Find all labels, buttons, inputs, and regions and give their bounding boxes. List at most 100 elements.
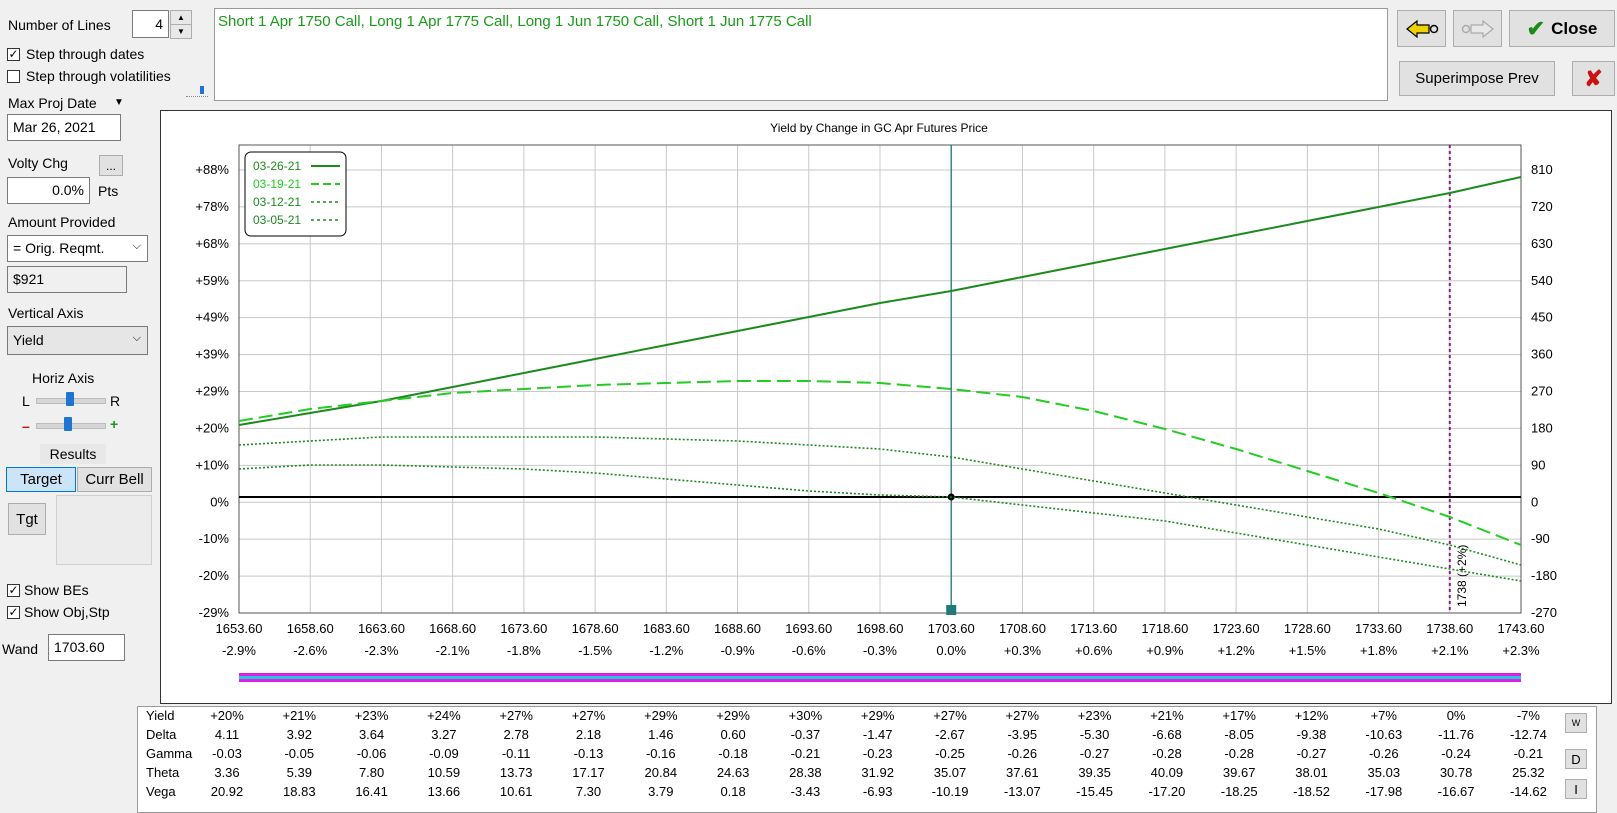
table-cell: -9.38	[1296, 727, 1327, 742]
y-tick-label-left: -20%	[199, 568, 230, 583]
mini-slider[interactable]	[186, 86, 208, 97]
x-pct-label: -1.8%	[507, 643, 541, 658]
y-tick-label-left: 0%	[210, 494, 229, 509]
number-of-lines-input[interactable]: 4	[132, 10, 169, 38]
current-price-marker	[946, 605, 957, 615]
position-description[interactable]: Short 1 Apr 1750 Call, Long 1 Apr 1775 C…	[214, 8, 1388, 101]
yield-chart[interactable]: Yield by Change in GC Apr Futures Price …	[161, 111, 1611, 703]
table-cell: -7%	[1516, 708, 1540, 723]
x-pct-label: -1.2%	[649, 643, 683, 658]
table-cell: +29%	[860, 708, 895, 723]
amount-value-field: $921	[7, 266, 127, 293]
table-cell: 39.67	[1222, 765, 1256, 780]
table-cell: +21%	[282, 708, 317, 723]
tgt-button[interactable]: Tgt	[8, 503, 46, 535]
prev-arrow-button[interactable]	[1397, 10, 1446, 47]
breakeven-label: 1738 (+2%)	[1455, 545, 1469, 607]
chart-legend: 03-26-21 03-19-21 03-12-21 03-05-21	[244, 151, 347, 237]
table-cell: 20.84	[644, 765, 678, 780]
show-bes-checkbox[interactable]: ✓	[7, 584, 20, 597]
table-row: Yield +20% +21% +23% +24% +27% +27% +29% +29% +30…	[138, 708, 1596, 728]
x-pct-label: -1.5%	[578, 643, 612, 658]
amount-provided-select[interactable]: = Orig. Reqmt. ⌵	[7, 235, 148, 262]
x-tick-label: 1738.60	[1426, 621, 1473, 636]
table-cell: 3.64	[358, 727, 385, 742]
x-tick-label: 1678.60	[572, 621, 619, 636]
results-label: Results	[40, 444, 106, 464]
y-tick-label-left: +88%	[195, 162, 229, 177]
tab-curr-bell[interactable]: Curr Bell	[77, 467, 152, 492]
x-pct-label: +2.3%	[1502, 643, 1540, 658]
table-cell: -0.24	[1441, 746, 1471, 761]
step-vols-checkbox[interactable]	[7, 70, 20, 83]
volty-chg-input[interactable]: 0.0%	[7, 177, 90, 204]
next-arrow-button[interactable]	[1453, 10, 1502, 47]
side-button-w[interactable]: W	[1565, 713, 1587, 733]
table-cell: 35.03	[1367, 765, 1401, 780]
table-cell: 13.73	[499, 765, 533, 780]
x-tick-label: 1733.60	[1355, 621, 1402, 636]
x-tick-label: 1663.60	[358, 621, 405, 636]
spin-down-icon[interactable]: ▼	[170, 24, 192, 39]
table-row: Delta 4.11 3.92 3.64 3.27 2.78 2.18 1.46 0.60 -0.…	[138, 727, 1596, 747]
table-cell: 5.39	[286, 765, 312, 780]
table-cell: -6.68	[1152, 727, 1182, 742]
results-table: Yield +20% +21% +23% +24% +27% +27% +29% +29% +30…	[137, 706, 1597, 813]
tab-target[interactable]: Target	[6, 467, 76, 492]
table-cell: -17.20	[1148, 784, 1186, 799]
table-cell: -8.05	[1224, 727, 1254, 742]
x-pct-label: -2.1%	[436, 643, 470, 658]
volty-more-button[interactable]: ...	[99, 155, 123, 176]
range-bar-magenta-2	[239, 679, 1521, 682]
x-pct-label: +0.6%	[1075, 643, 1113, 658]
legend-label: 03-12-21	[253, 195, 301, 209]
y-tick-label-right: 450	[1531, 310, 1553, 325]
close-button[interactable]: ✔ Close	[1509, 10, 1615, 47]
dropdown-arrow-icon[interactable]: ▼	[114, 97, 124, 108]
x-pct-label: +1.5%	[1289, 643, 1327, 658]
side-button-i[interactable]: I	[1565, 779, 1587, 799]
table-cell: -0.11	[501, 746, 531, 761]
x-tick-label: 1658.60	[287, 621, 334, 636]
horiz-l-label: L	[22, 393, 30, 409]
horiz-zoom-slider-thumb[interactable]	[64, 417, 72, 431]
range-bar-magenta	[239, 673, 1521, 676]
table-cell: 0.18	[720, 784, 746, 799]
chart-panel[interactable]: Yield by Change in GC Apr Futures Price …	[160, 110, 1612, 704]
y-tick-label-right: 720	[1531, 199, 1553, 214]
x-tick-label: 1693.60	[785, 621, 832, 636]
arrow-left-icon	[1405, 19, 1438, 38]
side-button-d[interactable]: D	[1565, 749, 1587, 769]
table-cell: 1.46	[648, 727, 674, 742]
table-cell: -13.07	[1003, 784, 1041, 799]
number-of-lines-spinner[interactable]: ▲ ▼	[170, 10, 192, 39]
table-cell: -1.47	[862, 727, 893, 742]
table-cell: +27%	[499, 708, 533, 723]
horiz-lr-slider-thumb[interactable]	[66, 392, 74, 406]
table-cell: -0.09	[429, 746, 459, 761]
table-cell: -10.63	[1365, 727, 1403, 742]
table-cell: -0.16	[645, 746, 676, 761]
delete-x-button[interactable]: ✘	[1572, 61, 1615, 96]
table-cell: +27%	[571, 708, 606, 723]
show-obj-checkbox[interactable]: ✓	[7, 606, 20, 619]
x-tick-label: 1723.60	[1213, 621, 1260, 636]
y-tick-label-left: +78%	[195, 199, 229, 214]
wand-input[interactable]: 1703.60	[48, 634, 125, 661]
table-row: Vega 20.92 18.83 16.41 13.66 10.61 7.30 3.79 0.1…	[138, 784, 1596, 804]
spin-up-icon[interactable]: ▲	[170, 10, 192, 25]
x-pct-label: +2.1%	[1431, 643, 1469, 658]
step-dates-checkbox[interactable]: ✓	[7, 48, 20, 61]
superimpose-prev-button[interactable]: Superimpose Prev	[1399, 61, 1555, 96]
table-cell: 35.07	[933, 765, 967, 780]
table-cell: -12.74	[1509, 727, 1547, 742]
vertical-axis-select[interactable]: Yield ⌵	[7, 326, 148, 355]
table-cell: -16.67	[1437, 784, 1475, 799]
y-tick-label-left: -10%	[199, 531, 230, 546]
mini-slider-thumb[interactable]	[200, 86, 204, 94]
horiz-axis-label: Horiz Axis	[32, 370, 95, 386]
max-proj-date-input[interactable]: Mar 26, 2021	[7, 114, 121, 141]
max-proj-date-label[interactable]: Max Proj Date	[8, 95, 97, 111]
step-vols-label: Step through volatilities	[26, 68, 171, 84]
table-cell: 31.92	[861, 765, 894, 780]
